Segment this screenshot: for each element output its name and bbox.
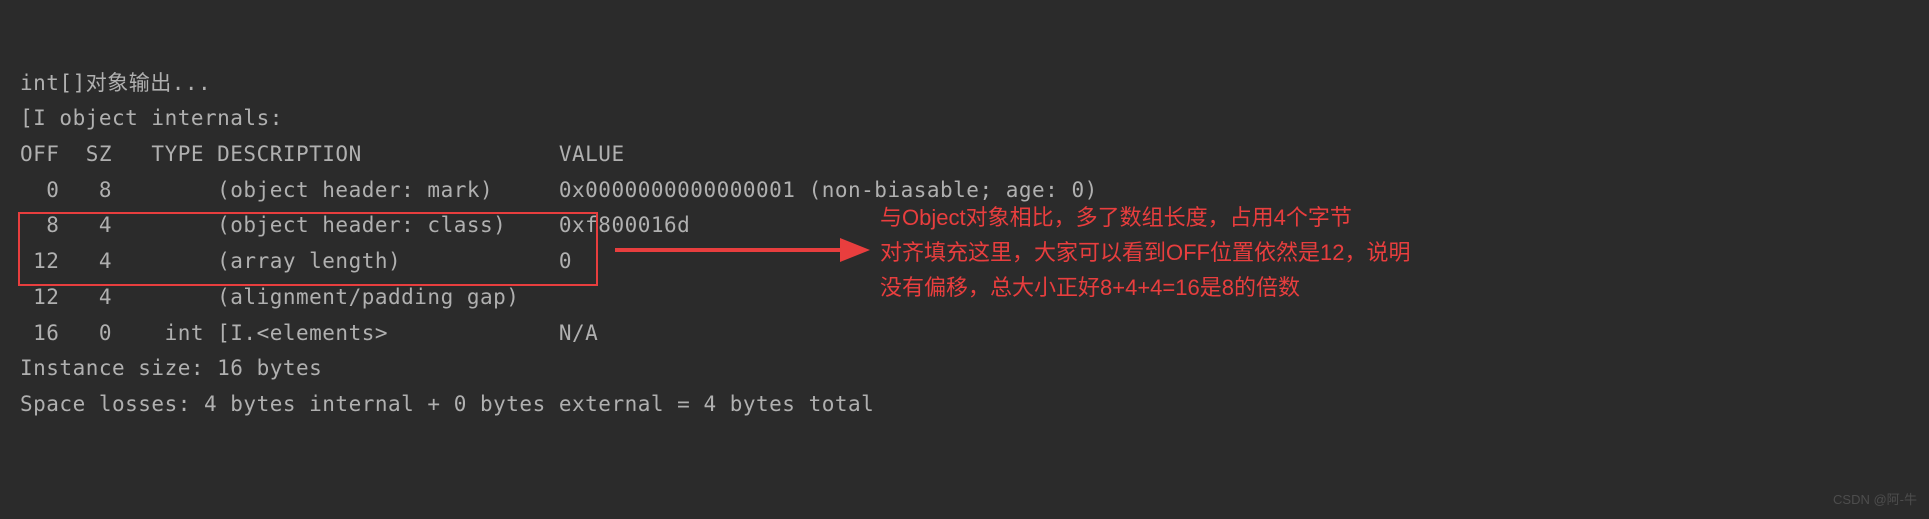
- output-space-losses: Space losses: 4 bytes internal + 0 bytes…: [20, 392, 874, 416]
- output-table-header: OFF SZ TYPE DESCRIPTION VALUE: [20, 142, 625, 166]
- output-instance-size: Instance size: 16 bytes: [20, 356, 322, 380]
- output-row-2: 12 4 (array length) 0: [20, 249, 572, 273]
- output-row-0: 0 8 (object header: mark) 0x000000000000…: [20, 178, 1098, 202]
- output-row-3: 12 4 (alignment/padding gap): [20, 285, 559, 309]
- output-row-4: 16 0 int [I.<elements> N/A: [20, 321, 598, 345]
- output-line-title: int[]对象输出...: [20, 71, 211, 95]
- annotation-line-2: 对齐填充这里，大家可以看到OFF位置依然是12，说明: [880, 235, 1410, 270]
- watermark-text: CSDN @阿-牛: [1833, 489, 1917, 511]
- output-line-internals-header: [I object internals:: [20, 106, 283, 130]
- annotation-line-1: 与Object对象相比，多了数组长度，占用4个字节: [880, 200, 1410, 235]
- annotation-line-3: 没有偏移，总大小正好8+4+4=16是8的倍数: [880, 270, 1410, 305]
- annotation-text: 与Object对象相比，多了数组长度，占用4个字节 对齐填充这里，大家可以看到O…: [880, 200, 1410, 306]
- output-row-1: 8 4 (object header: class) 0xf800016d: [20, 213, 690, 237]
